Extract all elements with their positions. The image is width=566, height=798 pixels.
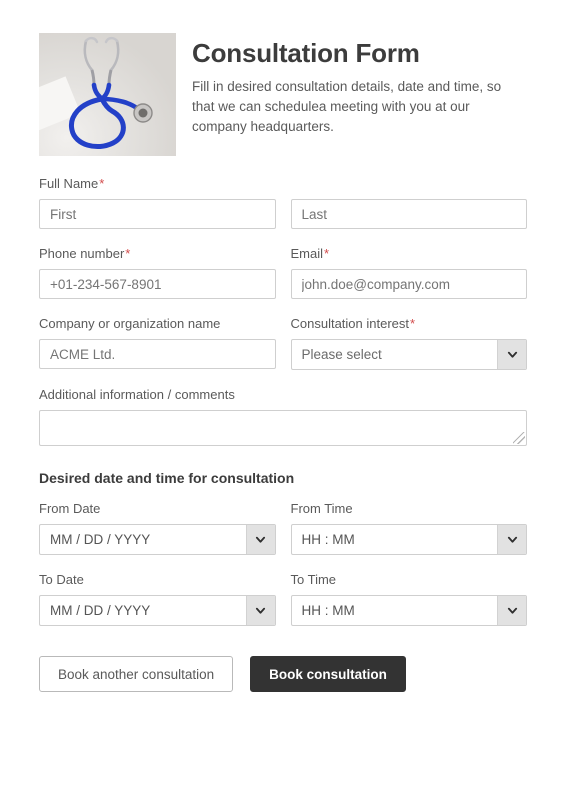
row-from-date-time: From Date MM / DD / YYYY From Time HH : … [39,501,527,555]
col-phone: Phone number* [39,246,276,299]
label-email-text: Email [290,246,324,261]
consultation-interest-select[interactable]: Please select [290,339,527,370]
to-time-select[interactable]: HH : MM [290,595,527,626]
col-to-time: To Time HH : MM [290,572,527,626]
chevron-down-icon[interactable] [497,340,526,369]
label-from-date: From Date [39,501,101,516]
row-company-interest: Company or organization name Consultatio… [39,316,527,370]
label-consultation-interest-text: Consultation interest [290,316,410,331]
consultation-form-page: Consultation Form Fill in desired consul… [0,0,566,798]
from-date-select[interactable]: MM / DD / YYYY [39,524,276,555]
col-from-time: From Time HH : MM [290,501,527,555]
required-indicator: * [99,176,105,191]
col-comments: Additional information / comments [39,387,527,446]
label-full-name-text: Full Name [39,176,99,191]
chevron-down-icon[interactable] [245,525,275,554]
stethoscope-photo [39,33,176,156]
required-indicator: * [324,246,330,261]
col-first-name [39,199,276,229]
resize-grip-icon[interactable] [513,432,525,444]
email-input[interactable] [290,269,527,299]
header-text-block: Consultation Form Fill in desired consul… [192,33,527,137]
label-to-date: To Date [39,572,84,587]
label-phone-text: Phone number [39,246,125,261]
page-description: Fill in desired consultation details, da… [192,78,502,134]
book-another-consultation-button[interactable]: Book another consultation [39,656,234,692]
to-date-value: MM / DD / YYYY [50,603,151,618]
company-input[interactable] [39,339,276,369]
first-name-input[interactable] [39,199,276,229]
label-company: Company or organization name [39,316,221,331]
row-to-date-time: To Date MM / DD / YYYY To Time HH : MM [39,572,527,626]
form-header: Consultation Form Fill in desired consul… [39,33,527,156]
chevron-down-icon[interactable] [245,596,275,625]
col-consultation-interest: Consultation interest* Please select [290,316,528,370]
label-comments: Additional information / comments [39,387,235,402]
label-email: Email* [291,246,528,262]
row-full-name [39,199,527,229]
form-actions: Book another consultation Book consultat… [39,656,527,692]
col-to-date: To Date MM / DD / YYYY [39,572,276,626]
col-from-date: From Date MM / DD / YYYY [39,501,276,555]
field-group-full-name: Full Name* [39,176,527,229]
from-date-value: MM / DD / YYYY [50,532,151,547]
chevron-down-icon[interactable] [497,525,526,554]
stethoscope-illustration [68,36,153,149]
label-full-name: Full Name* [39,176,527,192]
required-indicator: * [125,246,131,261]
col-last-name [290,199,527,229]
label-to-time: To Time [290,572,337,587]
last-name-input[interactable] [290,199,527,229]
label-from-time: From Time [290,501,353,516]
col-company: Company or organization name [39,316,276,370]
comments-textarea[interactable] [39,410,527,446]
phone-input[interactable] [39,269,276,299]
to-time-value: HH : MM [301,603,355,618]
schedule-section-heading: Desired date and time for consultation [39,470,295,486]
consultation-interest-value: Please select [301,347,382,362]
to-date-select[interactable]: MM / DD / YYYY [39,595,276,626]
col-email: Email* [290,246,528,299]
label-consultation-interest: Consultation interest* [291,316,528,332]
from-time-value: HH : MM [301,532,355,547]
book-consultation-button[interactable]: Book consultation [250,656,406,692]
from-time-select[interactable]: HH : MM [290,524,527,555]
row-phone-email: Phone number* Email* [39,246,527,299]
required-indicator: * [410,316,416,331]
row-comments: Additional information / comments [39,387,527,446]
chevron-down-icon[interactable] [497,596,526,625]
page-title: Consultation Form [192,38,420,68]
label-phone: Phone number* [39,246,276,262]
